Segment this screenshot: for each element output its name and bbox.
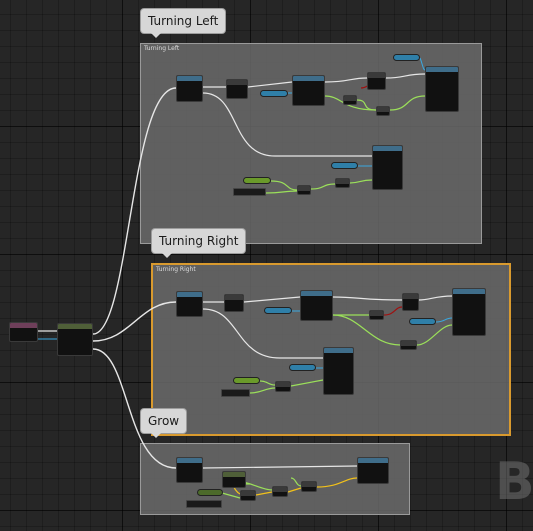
node-header <box>358 458 388 463</box>
branch-node[interactable] <box>226 79 248 99</box>
math-node[interactable] <box>369 310 384 320</box>
variable-getter[interactable] <box>233 188 266 196</box>
variable-getter[interactable] <box>221 389 250 397</box>
node-header <box>401 341 416 346</box>
function-node[interactable] <box>292 75 325 106</box>
comment-bubble-grow[interactable]: Grow <box>141 409 187 438</box>
watermark-letter: B <box>495 452 533 512</box>
function-node[interactable] <box>372 145 403 190</box>
node-header <box>241 491 255 496</box>
branch-node[interactable] <box>402 293 419 311</box>
function-node[interactable] <box>300 290 333 321</box>
node-header <box>276 382 290 387</box>
math-node[interactable] <box>275 381 291 392</box>
variable-getter[interactable] <box>197 489 223 496</box>
function-node[interactable] <box>176 457 203 483</box>
node-header <box>344 96 356 101</box>
node-header <box>453 289 485 294</box>
variable-getter[interactable] <box>289 364 316 371</box>
event-node[interactable] <box>9 322 38 342</box>
node-header <box>426 67 458 72</box>
function-node[interactable] <box>452 288 486 336</box>
variable-getter[interactable] <box>331 162 358 169</box>
function-node[interactable] <box>222 471 246 488</box>
branch-node[interactable] <box>224 294 244 312</box>
function-node[interactable] <box>176 75 203 102</box>
math-node[interactable] <box>240 490 256 501</box>
comment-title: Turning Right <box>156 266 196 273</box>
math-node[interactable] <box>400 340 417 350</box>
node-header <box>293 76 324 81</box>
node-header <box>336 179 349 184</box>
math-node[interactable] <box>335 178 350 188</box>
comment-bubble-turning-left[interactable]: Turning Left <box>141 9 226 38</box>
function-node[interactable] <box>425 66 459 112</box>
comment-title: Turning Left <box>144 45 180 52</box>
math-node[interactable] <box>297 185 311 195</box>
function-node[interactable] <box>357 457 389 484</box>
node-header <box>227 80 247 85</box>
variable-getter[interactable] <box>393 54 420 61</box>
node-header <box>324 348 353 353</box>
node-header <box>10 323 37 328</box>
node-header <box>58 324 92 329</box>
variable-getter[interactable] <box>186 500 222 508</box>
node-header <box>368 73 385 78</box>
math-node[interactable] <box>376 106 390 116</box>
variable-getter[interactable] <box>260 90 288 97</box>
math-node[interactable] <box>272 486 288 497</box>
node-header <box>298 186 310 191</box>
variable-getter[interactable] <box>264 307 292 314</box>
node-header <box>403 294 418 299</box>
node-header <box>223 472 245 477</box>
comment-bubble-turning-right[interactable]: Turning Right <box>152 229 246 258</box>
node-header <box>302 482 316 487</box>
sequence-node[interactable] <box>57 323 93 356</box>
branch-node[interactable] <box>367 72 386 90</box>
node-header <box>177 292 202 297</box>
function-node[interactable] <box>323 347 354 395</box>
math-node[interactable] <box>343 95 357 105</box>
node-header <box>273 487 287 492</box>
node-header <box>377 107 389 112</box>
node-header <box>177 458 202 463</box>
variable-getter[interactable] <box>243 177 271 184</box>
node-header <box>225 295 243 300</box>
variable-getter[interactable] <box>233 377 260 384</box>
node-header <box>373 146 402 151</box>
node-header <box>301 291 332 296</box>
variable-getter[interactable] <box>409 318 436 325</box>
node-header <box>370 311 383 316</box>
function-node[interactable] <box>176 291 203 317</box>
node-header <box>177 76 202 81</box>
math-node[interactable] <box>301 481 317 492</box>
